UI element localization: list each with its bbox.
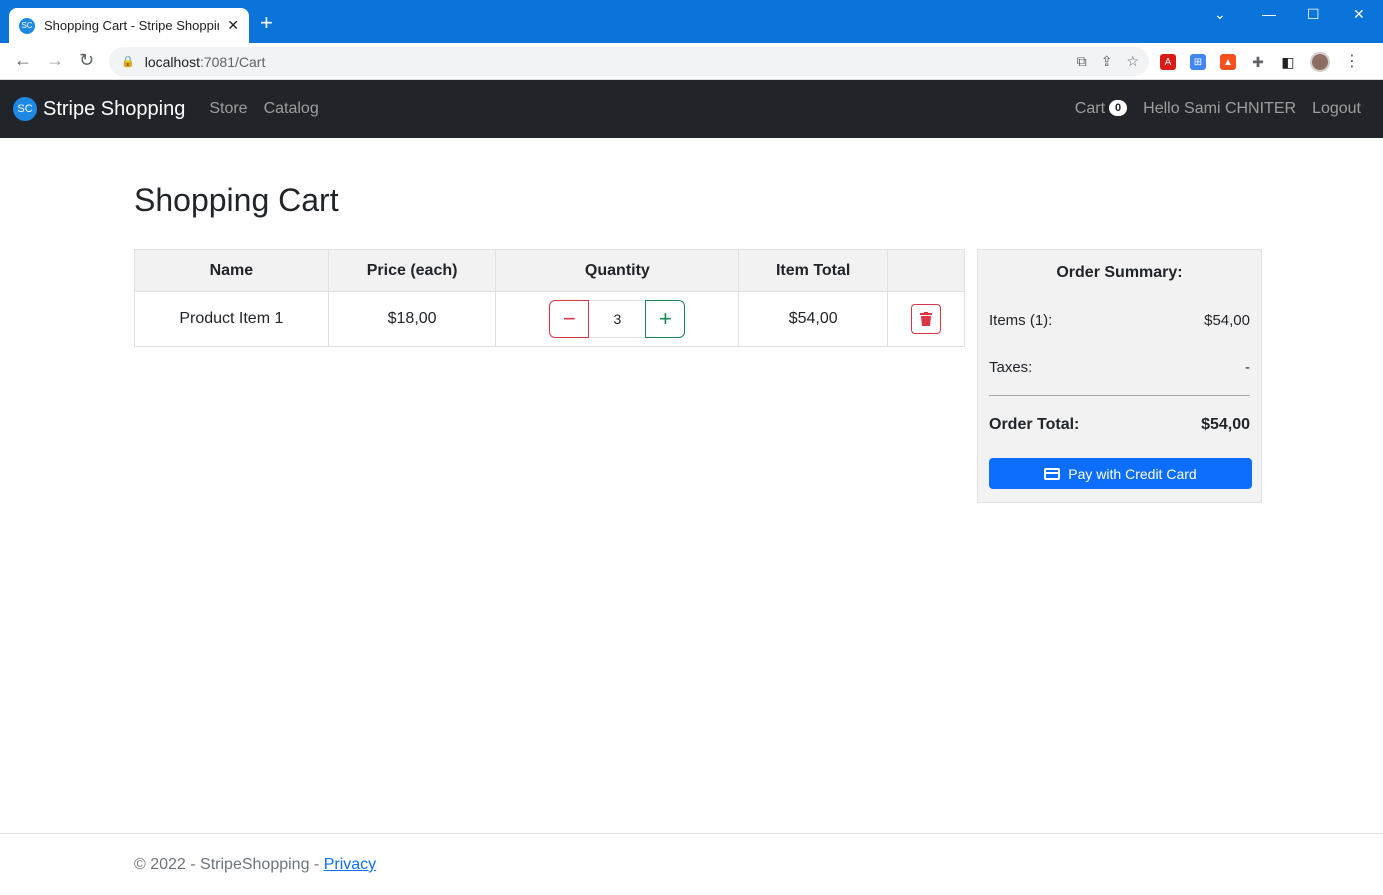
forward-icon[interactable]: → (46, 50, 64, 71)
footer-text: © 2022 - StripeShopping - Privacy (134, 856, 376, 874)
header-actions (887, 249, 965, 292)
summary-taxes-row: Taxes: - (989, 359, 1250, 376)
bookmark-star-icon[interactable]: ☆ (1126, 53, 1139, 70)
browser-titlebar: SC Shopping Cart - Stripe Shopping ✕ + ⌄… (0, 0, 1383, 43)
nav-link-logout[interactable]: Logout (1312, 100, 1361, 118)
tab-search-icon[interactable]: ⌄ (1214, 6, 1226, 23)
summary-total-value: $54,00 (1201, 416, 1250, 433)
item-total: $54,00 (738, 291, 889, 347)
browser-tab[interactable]: SC Shopping Cart - Stripe Shopping ✕ (9, 8, 249, 43)
minimize-icon[interactable]: — (1262, 6, 1276, 22)
header-item-total: Item Total (738, 249, 889, 292)
app-navbar: SC Stripe Shopping Store Catalog Cart 0 H… (0, 80, 1383, 138)
item-price: $18,00 (327, 291, 497, 347)
summary-items-label: Items (1): (989, 312, 1053, 329)
side-panel-icon[interactable]: ◧ (1280, 54, 1296, 70)
nav-link-catalog[interactable]: Catalog (264, 100, 319, 118)
tab-title: Shopping Cart - Stripe Shopping (44, 18, 220, 33)
credit-card-icon (1044, 467, 1061, 480)
summary-taxes-label: Taxes: (989, 359, 1033, 376)
header-price: Price (each) (327, 249, 497, 292)
table-header-row: Name Price (each) Quantity Item Total (134, 249, 965, 292)
nav-link-store[interactable]: Store (209, 100, 247, 118)
order-summary-title: Order Summary: (1056, 264, 1183, 281)
tab-favicon-icon: SC (19, 17, 35, 34)
address-bar[interactable]: 🔒 localhost:7081/Cart ⧉ ⇪ ☆ (109, 47, 1149, 76)
table-row: Product Item 1 $18,00 − + $54,00 (134, 291, 965, 347)
summary-total-label: Order Total: (989, 416, 1080, 433)
summary-total-row: Order Total: $54,00 (989, 416, 1250, 434)
pay-button-label: Pay with Credit Card (1068, 465, 1197, 482)
maximize-icon[interactable]: ☐ (1307, 6, 1320, 23)
back-icon[interactable]: ← (14, 50, 32, 71)
footer-copyright: © 2022 - StripeShopping - (134, 856, 324, 873)
header-name: Name (134, 249, 329, 292)
summary-items-row: Items (1): $54,00 (989, 312, 1250, 329)
lock-icon: 🔒 (121, 56, 135, 68)
puzzle-extensions-icon[interactable]: ✚ (1250, 54, 1266, 70)
item-quantity-cell: − + (495, 291, 740, 347)
close-tab-icon[interactable]: ✕ (227, 17, 239, 34)
reload-icon[interactable]: ↻ (79, 50, 94, 71)
brand-name[interactable]: Stripe Shopping (43, 98, 185, 121)
nav-link-cart[interactable]: Cart 0 (1075, 100, 1128, 118)
pay-with-credit-card-button[interactable]: Pay with Credit Card (989, 458, 1252, 489)
item-name: Product Item 1 (134, 291, 329, 347)
nav-link-user-greeting[interactable]: Hello Sami CHNITER (1143, 100, 1296, 118)
trash-icon (920, 312, 933, 326)
header-quantity: Quantity (495, 249, 740, 292)
extension-icon[interactable]: ⊞ (1190, 54, 1206, 70)
item-actions-cell (887, 291, 965, 347)
quantity-stepper: − + (549, 300, 686, 338)
remove-item-button[interactable] (911, 304, 942, 334)
cart-count-badge: 0 (1109, 100, 1128, 116)
page-title: Shopping Cart (134, 182, 339, 218)
increase-quantity-button[interactable]: + (645, 300, 686, 338)
cart-table: Name Price (each) Quantity Item Total Pr… (134, 249, 965, 347)
browser-toolbar: ← → ↻ 🔒 localhost:7081/Cart ⧉ ⇪ ☆ A ⊞ ▲ … (0, 43, 1383, 80)
close-window-icon[interactable]: ✕ (1353, 6, 1365, 23)
browser-menu-icon[interactable]: ⋮ (1344, 54, 1360, 70)
url-text: localhost:7081/Cart (144, 53, 266, 70)
summary-items-value: $54,00 (1204, 312, 1250, 329)
share-icon[interactable]: ⇪ (1101, 53, 1113, 70)
privacy-link[interactable]: Privacy (324, 856, 376, 873)
translate-icon[interactable]: ⧉ (1077, 53, 1087, 70)
order-summary-panel: Order Summary: Items (1): $54,00 Taxes: … (977, 249, 1262, 503)
page-footer: © 2022 - StripeShopping - Privacy (0, 833, 1383, 895)
summary-divider (989, 395, 1250, 396)
brand-logo-icon[interactable]: SC (13, 97, 37, 121)
new-tab-icon[interactable]: + (260, 12, 273, 34)
summary-taxes-value: - (1245, 359, 1250, 376)
profile-avatar[interactable] (1310, 52, 1330, 72)
quantity-input[interactable] (589, 300, 646, 338)
decrease-quantity-button[interactable]: − (549, 300, 590, 338)
lighthouse-extension-icon[interactable]: ▲ (1220, 54, 1236, 70)
angular-extension-icon[interactable]: A (1160, 54, 1176, 70)
